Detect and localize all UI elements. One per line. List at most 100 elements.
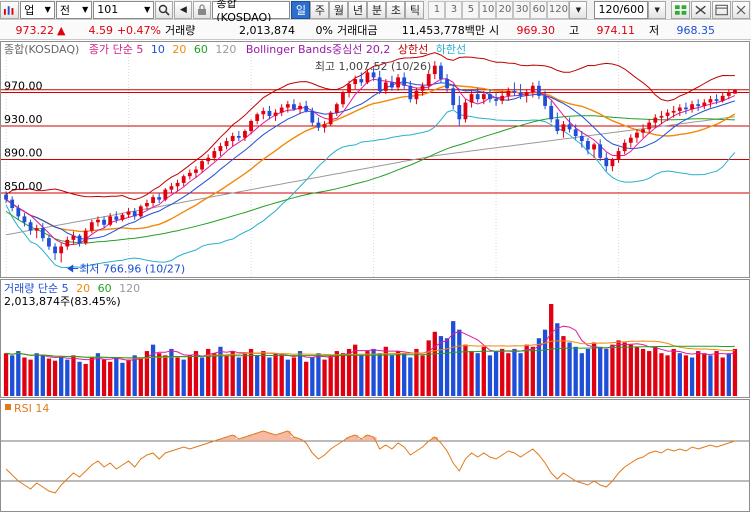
volume-bar	[487, 355, 493, 396]
count-value: 120/600	[598, 3, 645, 16]
interval-button[interactable]: 1	[428, 0, 446, 19]
candle-body	[285, 104, 290, 108]
count-spin-button[interactable]: ▼	[648, 0, 667, 19]
interval-button[interactable]: 3	[445, 0, 463, 19]
interval-button[interactable]: 10	[479, 0, 497, 19]
volume-bar	[304, 361, 309, 396]
volume-label: 거래량	[165, 24, 196, 37]
candle-body	[524, 92, 529, 96]
stock-chart[interactable]: 종합(KOSDAQ) 종가 단순 5 10 20 60 120 Bollinge…	[0, 41, 751, 513]
interval-button[interactable]: 120	[547, 0, 570, 19]
legend-ma: 종가 단순 5	[89, 43, 143, 56]
interval-buttons: 1 3 5 10 20 30 60 120	[428, 0, 570, 19]
stock-type-value: 전	[59, 3, 70, 17]
interval-menu-button[interactable]: ▼	[569, 0, 588, 19]
volume-bar	[334, 351, 339, 396]
candle-body	[334, 104, 339, 113]
candle-body	[653, 117, 658, 123]
candle-body	[28, 222, 33, 231]
chart-icon[interactable]	[0, 0, 20, 19]
interval-button[interactable]: 5	[462, 0, 480, 19]
volume-bar	[297, 351, 303, 396]
candle-body	[671, 110, 676, 113]
candle-body	[420, 85, 425, 91]
candle-body	[230, 136, 235, 142]
candle-body	[236, 136, 241, 138]
interval-button[interactable]: 60	[530, 0, 548, 19]
volume-bar	[598, 346, 603, 396]
period-button[interactable]: 월	[329, 0, 349, 19]
candle-body	[702, 102, 707, 106]
candle-body	[684, 107, 688, 110]
volume-bar	[457, 329, 462, 396]
volume-bar	[518, 353, 523, 396]
volume-bar	[579, 353, 584, 396]
candle-body	[65, 239, 70, 247]
window-button[interactable]	[711, 0, 731, 19]
interval-button[interactable]: 20	[496, 0, 514, 19]
volume-bar	[59, 357, 64, 396]
volume-bar	[555, 323, 560, 396]
tools-button[interactable]	[691, 0, 711, 19]
code-input[interactable]: 101 ▼	[93, 0, 155, 19]
candle-body	[132, 211, 137, 217]
candle-body	[298, 105, 302, 110]
expand-button[interactable]	[731, 0, 750, 19]
volume-legend-120: 120	[119, 282, 140, 295]
candle-body	[194, 169, 198, 173]
candle-body	[175, 182, 180, 187]
y-tick-label: 850.00	[4, 180, 43, 193]
volume-bar	[279, 355, 284, 396]
volume-bar	[291, 357, 297, 396]
volume-bar	[591, 342, 597, 396]
rsi-legend-marker	[5, 404, 11, 410]
legend-name: 종합(KOSDAQ)	[4, 43, 79, 56]
market-select[interactable]: 업 ▼	[20, 0, 55, 19]
volume-bar	[52, 360, 58, 396]
volume-bar	[193, 351, 199, 396]
candle-body	[445, 79, 449, 89]
volume-bar	[640, 348, 646, 396]
candle-body	[347, 84, 351, 93]
candle-body	[83, 230, 88, 244]
volume-bar	[506, 353, 511, 396]
candle-body	[273, 112, 278, 116]
volume-bar	[46, 358, 52, 396]
volume-bar	[10, 355, 15, 396]
volume-bar	[3, 353, 9, 396]
search-button[interactable]	[155, 0, 174, 19]
volume-bar	[22, 357, 27, 396]
volume-bar	[34, 353, 39, 396]
rsi-legend: RSI 14	[14, 402, 49, 415]
candle-body	[622, 142, 627, 152]
legend-ma-120: 120	[215, 43, 236, 56]
stock-type-select[interactable]: 전 ▼	[55, 0, 93, 19]
candle-body	[475, 94, 480, 100]
candle-body	[579, 136, 584, 142]
chart-area[interactable]: 종합(KOSDAQ) 종가 단순 5 10 20 60 120 Bollinge…	[0, 41, 751, 513]
volume-bar	[212, 353, 217, 396]
period-button[interactable]: 일	[291, 0, 311, 19]
interval-button[interactable]: 30	[513, 0, 531, 19]
volume-bar	[126, 359, 131, 396]
lock-button[interactable]	[193, 0, 212, 19]
volume-bar	[610, 344, 615, 396]
count-field[interactable]: 120/600	[594, 0, 649, 19]
prev-button[interactable]: ◀	[174, 0, 193, 19]
volume-bar	[432, 331, 437, 396]
period-button[interactable]: 년	[348, 0, 368, 19]
volume-bar	[175, 357, 180, 396]
amount-value: 11,453,778백만	[401, 24, 485, 37]
period-button[interactable]: 초	[386, 0, 406, 19]
candle-body	[641, 129, 645, 133]
period-button[interactable]: 분	[367, 0, 387, 19]
volume-bar	[40, 355, 45, 396]
settings-button[interactable]	[671, 0, 691, 19]
candle-body	[341, 92, 345, 105]
volume-bar	[267, 357, 272, 396]
candle-body	[212, 151, 217, 158]
volume-bar	[567, 342, 572, 396]
volume-bar	[310, 357, 315, 396]
period-button[interactable]: 틱	[405, 0, 425, 19]
period-button[interactable]: 주	[310, 0, 330, 19]
